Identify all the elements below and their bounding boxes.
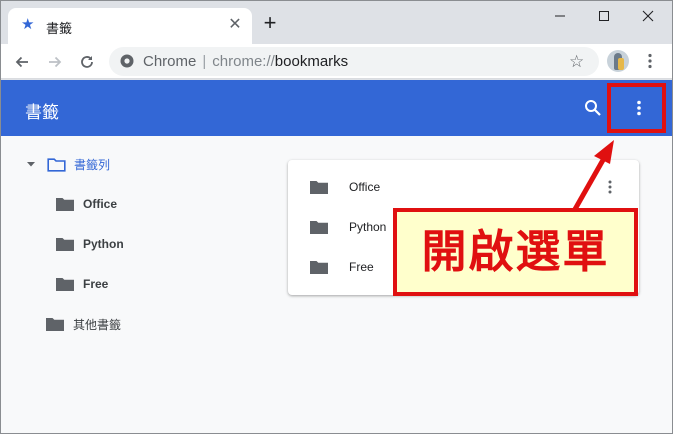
tree-item-label: Office <box>83 197 118 211</box>
folder-icon <box>56 278 74 291</box>
folder-icon <box>310 261 328 274</box>
list-item-office[interactable]: Office <box>288 167 639 207</box>
folder-icon <box>310 181 328 194</box>
tree-item-label: Python <box>83 237 124 251</box>
list-item-label: Office <box>349 180 381 194</box>
url-scheme: chrome:// <box>212 53 275 70</box>
url-text: Chrome | chrome://bookmarks <box>143 53 348 70</box>
reload-icon <box>81 56 93 68</box>
folder-icon <box>310 221 328 234</box>
annotation-callout: 開啟選單 <box>393 208 638 296</box>
new-tab-button[interactable]: + <box>260 12 280 34</box>
list-item-label: Free <box>349 260 374 274</box>
forward-button[interactable] <box>43 50 67 74</box>
reload-button[interactable] <box>75 50 99 74</box>
close-window-icon <box>642 10 654 22</box>
close-icon[interactable]: ✕ <box>227 17 243 33</box>
maximize-icon <box>599 11 609 21</box>
avatar[interactable] <box>607 50 629 72</box>
caret-down-icon[interactable] <box>26 159 36 169</box>
bookmark-star-icon[interactable]: ☆ <box>569 52 584 72</box>
folder-icon <box>46 318 64 331</box>
folder-icon <box>56 238 74 251</box>
close-window-button[interactable] <box>628 0 668 32</box>
url-separator: | <box>202 53 207 70</box>
star-icon: ★ <box>21 16 35 33</box>
avatar-figure-accent <box>618 58 624 70</box>
chrome-icon <box>120 54 134 68</box>
tab-bookmarks[interactable]: ★ 書籤 ✕ <box>8 8 252 44</box>
tree-item-label: 書籤列 <box>74 157 111 172</box>
app-header: 書籤 <box>0 80 673 136</box>
tree-item-free[interactable]: Free <box>56 274 108 294</box>
url-path: bookmarks <box>274 53 349 70</box>
highlight-box <box>607 83 666 133</box>
back-button[interactable] <box>10 50 34 74</box>
folder-open-icon <box>47 157 66 172</box>
more-vert-icon[interactable] <box>641 52 659 70</box>
folder-icon <box>56 198 74 211</box>
annotation-text: 開啟選單 <box>421 225 610 278</box>
tree-item-label: 其他書籤 <box>73 317 122 332</box>
url-site: Chrome <box>143 53 197 70</box>
address-bar[interactable]: Chrome | chrome://bookmarks ☆ <box>109 47 599 76</box>
minimize-icon <box>555 15 565 17</box>
tree-item-bookmarks-bar[interactable]: 書籤列 <box>47 154 110 174</box>
more-vert-icon[interactable] <box>603 179 617 195</box>
maximize-button[interactable] <box>584 0 624 32</box>
tree-item-label: Free <box>83 277 109 291</box>
search-icon[interactable] <box>584 99 602 117</box>
tab-title: 書籤 <box>46 22 73 37</box>
minimize-button[interactable] <box>540 0 580 32</box>
back-icon <box>15 56 28 68</box>
tree-item-other-bookmarks[interactable]: 其他書籤 <box>46 314 121 334</box>
list-item-label: Python <box>349 220 387 234</box>
page-title: 書籤 <box>25 103 59 123</box>
tree-item-office[interactable]: Office <box>56 194 117 214</box>
forward-icon <box>49 56 62 68</box>
tree-item-python[interactable]: Python <box>56 234 124 254</box>
toolbar: Chrome | chrome://bookmarks ☆ <box>0 44 673 79</box>
tab-strip: ★ 書籤 ✕ + <box>0 0 673 44</box>
